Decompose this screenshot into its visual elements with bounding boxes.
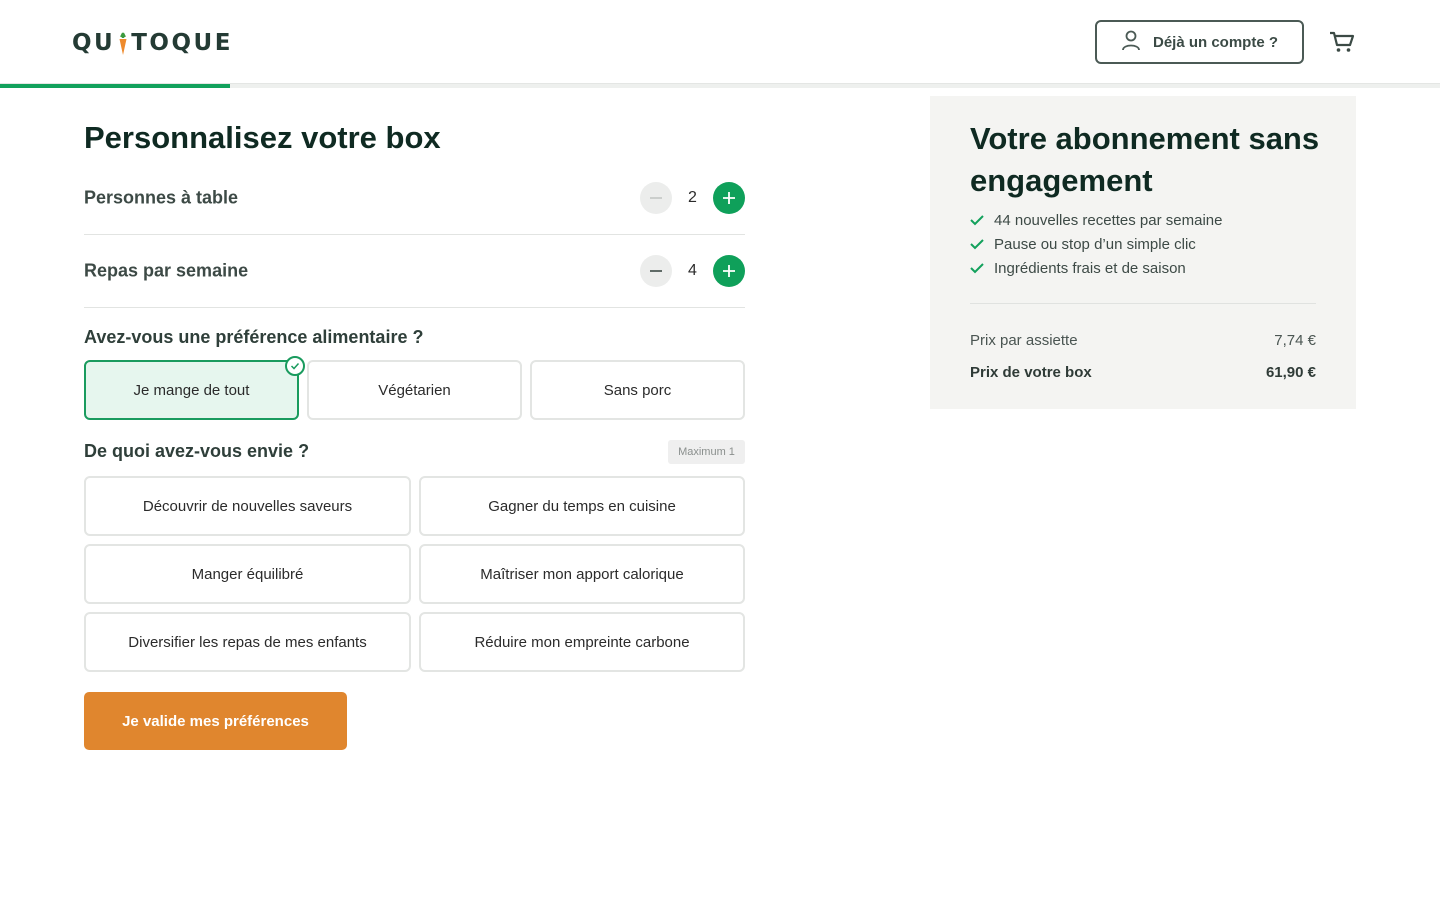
benefits-list: 44 nouvelles recettes par semaine Pause … [970,208,1222,280]
diet-option-no-pork[interactable]: Sans porc [530,360,745,420]
meals-increment-button[interactable] [713,255,745,287]
people-stepper: 2 [640,182,745,214]
benefit-item: Ingrédients frais et de saison [970,256,1222,280]
meals-label: Repas par semaine [84,260,249,281]
wish-option[interactable]: Réduire mon empreinte carbone [419,612,745,672]
check-icon [970,215,984,226]
page-title: Personnalisez votre box [84,120,441,155]
minus-icon [650,270,662,272]
price-per-plate-label: Prix par assiette [970,332,1078,349]
people-row: Personnes à table 2 [84,162,745,235]
benefit-text: 44 nouvelles recettes par semaine [994,211,1223,229]
wish-option[interactable]: Gagner du temps en cuisine [419,476,745,536]
wish-option[interactable]: Découvrir de nouvelles saveurs [84,476,411,536]
minus-icon [650,197,662,199]
diet-option-label: Sans porc [603,381,672,399]
meals-row: Repas par semaine 4 [84,235,745,308]
meals-decrement-button[interactable] [640,255,672,287]
diet-option-vegetarian[interactable]: Végétarien [307,360,522,420]
diet-option-all[interactable]: Je mange de tout [84,356,305,420]
account-button-label: Déjà un compte ? [1152,33,1279,51]
check-icon [970,239,984,250]
benefit-text: Ingrédients frais et de saison [994,259,1186,277]
benefit-text: Pause ou stop d’un simple clic [994,235,1196,253]
price-per-plate-value: 7,74 € [1274,332,1316,349]
wish-option[interactable]: Manger équilibré [84,544,411,604]
people-label: Personnes à table [84,187,239,208]
site-header: QU TOQUE Déjà un compte ? [0,0,1440,84]
max-selection-badge: Maximum 1 [668,440,745,464]
wish-option-label: Diversifier les repas de mes enfants [128,633,367,651]
summary-divider [970,303,1316,304]
subscription-summary: Votre abonnement sans engagement 44 nouv… [930,96,1356,409]
wish-option-label: Découvrir de nouvelles saveurs [142,497,353,515]
quitoque-logo[interactable]: QU TOQUE [72,30,233,56]
diet-question: Avez-vous une préférence alimentaire ? [84,327,424,347]
progress-bar-fill [0,84,231,88]
wish-option-label: Manger équilibré [191,565,304,583]
wish-option[interactable]: Diversifier les repas de mes enfants [84,612,411,672]
box-price-value: 61,90 € [1265,364,1316,381]
meals-stepper: 4 [640,255,745,287]
wish-option[interactable]: Maîtriser mon apport calorique [419,544,745,604]
box-price-label: Prix de votre box [970,364,1092,381]
summary-title: Votre abonnement sans engagement [970,121,1320,198]
diet-option-label: Je mange de tout [133,381,250,399]
benefit-item: Pause ou stop d’un simple clic [970,232,1222,256]
wish-option-label: Gagner du temps en cuisine [488,497,676,515]
wishes-question: De quoi avez-vous envie ? [84,441,310,461]
check-icon [970,263,984,274]
meals-value: 4 [688,262,697,279]
validate-preferences-button[interactable]: Je valide mes préférences [84,692,347,750]
benefit-item: 44 nouvelles recettes par semaine [970,208,1222,232]
carrot-icon [117,32,129,55]
check-icon [285,356,305,376]
wish-option-label: Maîtriser mon apport calorique [480,565,684,583]
progress-bar [0,84,1440,88]
people-value: 2 [688,189,697,206]
people-decrement-button[interactable] [640,182,672,214]
wish-option-label: Réduire mon empreinte carbone [474,633,690,651]
cart-icon[interactable] [1328,30,1356,54]
people-increment-button[interactable] [713,182,745,214]
price-per-plate-row: Prix par assiette 7,74 € [970,332,1316,349]
plus-icon [723,192,735,204]
plus-icon [723,265,735,277]
diet-option-label: Végétarien [378,381,451,399]
account-button[interactable]: Déjà un compte ? [1095,20,1304,64]
user-icon [1121,30,1141,55]
box-price-row: Prix de votre box 61,90 € [970,364,1316,381]
